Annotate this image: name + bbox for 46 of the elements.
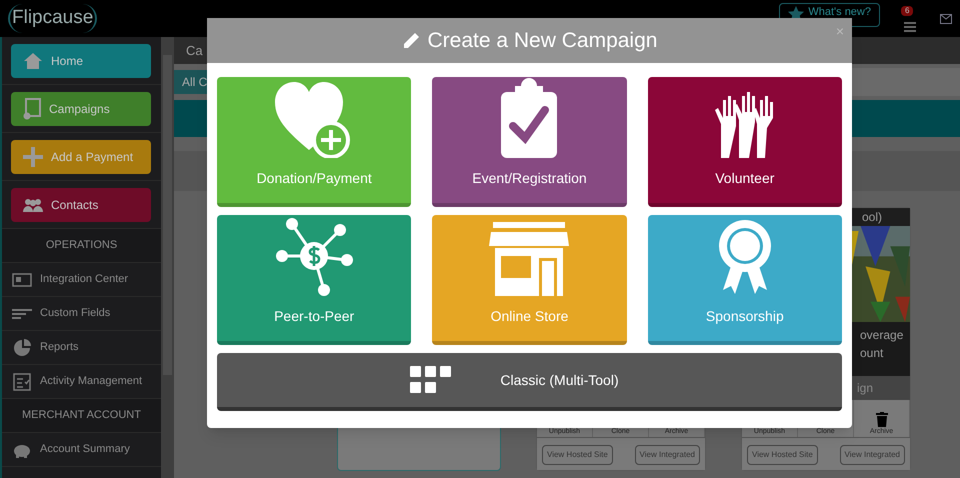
pencil-icon <box>402 32 420 50</box>
storefront-icon <box>489 222 570 296</box>
sidebar-nav-button[interactable]: Add a Payment <box>11 140 151 174</box>
campaign-type-tile[interactable]: Donation/Payment <box>217 77 412 207</box>
checklist-icon <box>13 372 31 390</box>
card-title: ool) <box>862 209 882 226</box>
trash-icon[interactable] <box>876 412 888 427</box>
award-ribbon-icon <box>716 220 773 296</box>
notification-badge: 6 <box>901 6 914 16</box>
sidebar-link[interactable]: Reports <box>2 331 161 365</box>
campaign-type-tile[interactable]: Online Store <box>432 215 627 345</box>
raised-hands-icon <box>714 92 775 158</box>
pie-chart-icon <box>13 338 31 356</box>
window-plus-icon <box>23 98 41 120</box>
network-dollar-icon <box>274 216 354 296</box>
mail-icon[interactable] <box>940 14 952 24</box>
campaign-type-tile[interactable]: Event/Registration <box>432 77 627 207</box>
plus-icon <box>23 146 43 166</box>
card-button[interactable]: View Integrated <box>634 445 700 465</box>
campaign-type-tile[interactable]: Peer-to-Peer <box>217 215 412 345</box>
classic-tile[interactable]: Classic (Multi-Tool) <box>217 353 842 411</box>
card-caption: ount <box>860 345 884 362</box>
card-button[interactable]: View Hosted Site <box>542 445 613 465</box>
sidebar-heading: OPERATIONS <box>46 238 118 254</box>
list-icon[interactable] <box>904 22 916 32</box>
sidebar-nav-button[interactable]: Contacts <box>11 188 151 222</box>
campaign-type-tile[interactable]: Volunteer <box>648 77 842 207</box>
clipboard-check-icon <box>501 78 558 158</box>
scrollbar[interactable] <box>161 37 174 478</box>
logo[interactable]: Flipcause <box>8 4 98 33</box>
sidebar-heading: MERCHANT ACCOUNT <box>22 408 141 424</box>
lines-icon <box>12 308 32 318</box>
people-icon <box>23 198 43 212</box>
page-title: Ca <box>186 42 203 60</box>
grid-icon <box>410 366 452 394</box>
sidebar-nav-button[interactable]: Campaigns <box>11 92 151 126</box>
card-button[interactable]: View Integrated <box>840 445 905 465</box>
campaign-type-tile[interactable]: Sponsorship <box>648 215 842 345</box>
house-icon <box>23 52 43 70</box>
id-card-icon <box>12 272 32 286</box>
sidebar-link[interactable]: Account Summary <box>2 433 161 467</box>
card-button[interactable]: View Hosted Site <box>747 445 818 465</box>
modal-title: Create a New Campaign <box>428 28 658 54</box>
card-action-bar-label[interactable]: ign <box>856 379 873 397</box>
sidebar-nav-button[interactable]: Home <box>11 44 151 78</box>
card-caption: overage <box>860 327 904 344</box>
